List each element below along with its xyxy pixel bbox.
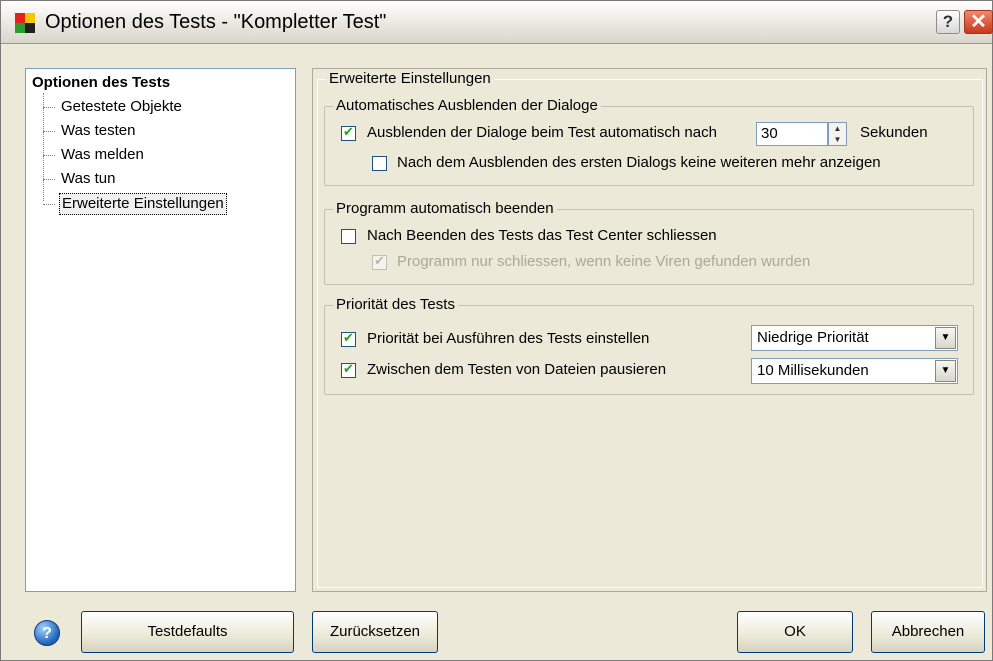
tree-item-label: Was testen xyxy=(61,122,136,139)
chevron-down-icon[interactable]: ▼ xyxy=(935,327,956,349)
close-center-label: Nach Beenden des Tests das Test Center s… xyxy=(367,227,717,244)
close-button[interactable]: ✕ xyxy=(964,10,993,34)
set-priority-checkbox[interactable] xyxy=(341,330,356,347)
tree-item-getestete-objekte[interactable]: Getestete Objekte xyxy=(43,97,184,117)
group-exit-title: Programm automatisch beenden xyxy=(333,200,557,217)
only-if-clean-label: Programm nur schliessen, wenn keine Vire… xyxy=(397,253,811,270)
hide-auto-label: Ausblenden der Dialoge beim Test automat… xyxy=(367,124,717,141)
testdefaults-button[interactable]: Testdefaults xyxy=(81,611,294,653)
cancel-button[interactable]: Abbrechen xyxy=(871,611,985,653)
window-title: Optionen des Tests - "Kompletter Test" xyxy=(45,11,387,33)
group-priority: Priorität des Tests Priorität bei Ausfüh… xyxy=(324,296,974,395)
options-dialog: Optionen des Tests - "Kompletter Test" ?… xyxy=(0,0,993,661)
tree-item-label: Was tun xyxy=(61,170,116,187)
close-center-checkbox[interactable] xyxy=(341,229,356,244)
group-priority-title: Priorität des Tests xyxy=(333,296,458,313)
no-more-checkbox[interactable] xyxy=(372,156,387,171)
tree-item-was-tun[interactable]: Was tun xyxy=(43,169,117,189)
no-more-label: Nach dem Ausblenden des ersten Dialogs k… xyxy=(397,154,881,171)
priority-select-value: Niedrige Priorität xyxy=(757,329,869,346)
seconds-stepper[interactable]: ▲ ▼ xyxy=(828,122,847,146)
set-priority-label: Priorität bei Ausführen des Tests einste… xyxy=(367,330,650,347)
settings-panel: Erweiterte Einstellungen Automatisches A… xyxy=(312,68,987,592)
ok-button[interactable]: OK xyxy=(737,611,853,653)
stepper-down-icon[interactable]: ▼ xyxy=(829,134,846,145)
tree-item-was-melden[interactable]: Was melden xyxy=(43,145,146,165)
group-autohide: Automatisches Ausblenden der Dialoge Aus… xyxy=(324,97,974,186)
only-if-clean-checkbox xyxy=(372,253,387,270)
reset-button[interactable]: Zurücksetzen xyxy=(312,611,438,653)
tree-item-label: Was melden xyxy=(61,146,144,163)
seconds-unit: Sekunden xyxy=(860,124,928,141)
stepper-up-icon[interactable]: ▲ xyxy=(829,123,846,134)
hide-auto-checkbox[interactable] xyxy=(341,124,356,141)
title-bar[interactable]: Optionen des Tests - "Kompletter Test" ?… xyxy=(1,1,993,44)
priority-select[interactable]: Niedrige Priorität ▼ xyxy=(751,325,958,351)
seconds-input[interactable]: 30 xyxy=(756,122,828,146)
group-exit: Programm automatisch beenden Nach Beende… xyxy=(324,200,974,285)
tree-root[interactable]: Optionen des Tests xyxy=(32,74,170,91)
panel-title: Erweiterte Einstellungen xyxy=(326,70,494,87)
tree-item-label: Getestete Objekte xyxy=(61,98,182,115)
app-logo-icon xyxy=(15,13,35,33)
chevron-down-icon[interactable]: ▼ xyxy=(935,360,956,382)
group-autohide-title: Automatisches Ausblenden der Dialoge xyxy=(333,97,601,114)
pause-checkbox[interactable] xyxy=(341,361,356,378)
title-help-button[interactable]: ? xyxy=(936,10,960,34)
tree-item-label: Erweiterte Einstellungen xyxy=(59,193,227,215)
pause-select[interactable]: 10 Millisekunden ▼ xyxy=(751,358,958,384)
tree-item-erweiterte-einstellungen[interactable]: Erweiterte Einstellungen xyxy=(43,193,227,215)
tree-item-was-testen[interactable]: Was testen xyxy=(43,121,137,141)
options-tree[interactable]: Optionen des Tests Getestete Objekte Was… xyxy=(25,68,296,592)
help-icon[interactable]: ? xyxy=(34,620,60,646)
pause-label: Zwischen dem Testen von Dateien pausiere… xyxy=(367,361,667,378)
pause-select-value: 10 Millisekunden xyxy=(757,362,869,379)
